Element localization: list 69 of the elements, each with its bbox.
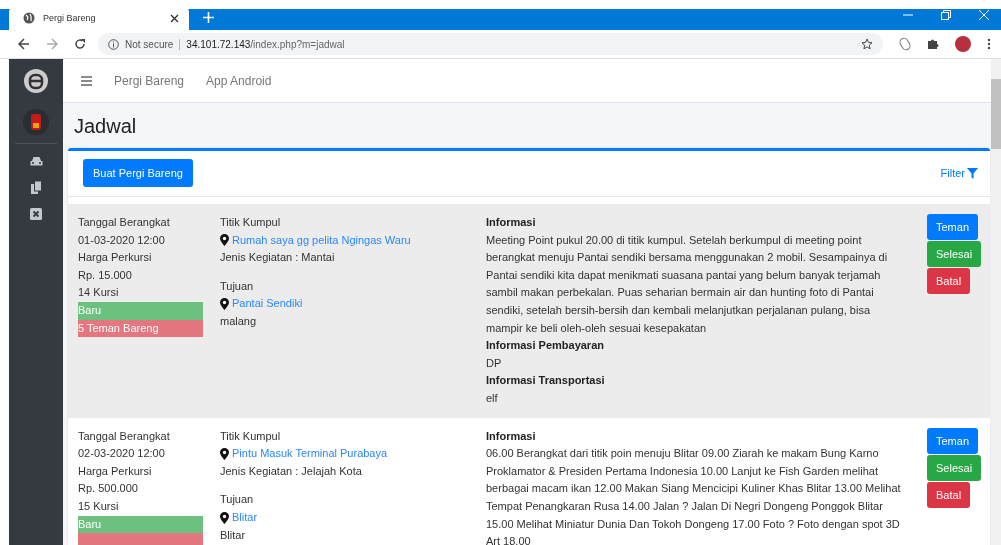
logo-icon[interactable] [24, 69, 48, 93]
security-label: Not secure [125, 38, 181, 50]
city-text: malang [220, 313, 257, 329]
field-label: Harga Perkursi [78, 463, 153, 479]
map-pin-icon [220, 234, 229, 247]
map-pin-icon [220, 298, 229, 311]
field-label: Titik Kumpul [220, 215, 281, 230]
copy-icon[interactable] [30, 181, 42, 194]
date-text: 02-03-2020 12:00 [78, 446, 166, 462]
puzzle-icon[interactable] [927, 38, 939, 50]
section-text: DP [486, 355, 503, 371]
reload-icon[interactable] [74, 38, 86, 50]
map-pin-icon [220, 447, 229, 460]
activity-text: Jenis Kegiatan : Mantai [220, 250, 335, 266]
status-badge: Baru [78, 515, 203, 534]
price-text: Rp. 500.000 [78, 481, 139, 497]
field-label: Titik Kumpul [220, 428, 281, 444]
create-button[interactable]: Buat Pergi Bareng [83, 159, 193, 187]
user-avatar-icon [23, 109, 49, 135]
location-link[interactable]: Rumah saya gg pelita Ngingas Waru [220, 231, 411, 250]
browser-tab[interactable]: Pergi Bareng [9, 6, 189, 30]
filter-link[interactable]: Filter [940, 167, 978, 179]
field-label: Tanggal Berangkat [78, 428, 171, 444]
action-button[interactable]: Selesai [927, 454, 982, 481]
field-label: Harga Perkursi [78, 250, 153, 266]
field-label: Tujuan [220, 278, 254, 294]
field-label: Tanggal Berangkat [78, 215, 171, 230]
section-heading: Informasi Transportasi [486, 373, 606, 389]
field-label: Tujuan [220, 492, 254, 508]
city-text: Blitar [220, 527, 246, 543]
avatar[interactable] [955, 36, 971, 52]
address-bar[interactable]: Not secure 34.101.72.143/index.php?m=jadwal [98, 33, 883, 55]
action-button[interactable]: Batal [927, 481, 971, 508]
restore-icon[interactable] [941, 10, 951, 20]
action-button[interactable]: Teman [927, 427, 979, 454]
back-arrow-icon[interactable] [18, 38, 30, 50]
section-text: Meeting Point pukul 20.00 di titik kumpul. Setelah berkumpul di meeting point berangkat menuju Pantai sendiki bersama menggunakan 2 mobil. Sesampainya di Pantai sendiki kita dapat menikmati suasana pantai yang belum banyak terjamah sambil makan perbekalan. Puas seharian bermain air dan hunting foto di Pantai sendiki, setelah bersih-bersih dan kembali melanjutkan perjalanan pulang, bisa mampir ke beli oleh-oleh sesuai kesepakatan [486, 232, 889, 336]
car-icon[interactable] [29, 156, 43, 167]
action-button[interactable]: Batal [927, 268, 971, 294]
star-icon[interactable] [861, 38, 873, 50]
section-heading: Informasi [486, 215, 537, 230]
seats-text: 15 Kursi [78, 498, 120, 514]
nav-link[interactable]: App Android [206, 73, 272, 88]
url-text: 34.101.72.143/index.php?m=jadwal [186, 38, 345, 50]
info-icon [108, 38, 119, 50]
plus-icon[interactable] [203, 12, 214, 23]
action-button[interactable]: Teman [927, 214, 979, 240]
section-text: elf [486, 390, 499, 406]
scrollbar[interactable] [991, 59, 1001, 545]
section-heading: Informasi Pembayaran [486, 338, 605, 354]
location-link[interactable]: Pintu Masuk Terminal Purabaya [220, 445, 388, 463]
page-title: Jadwal [74, 115, 138, 138]
status-badge: Baru [78, 301, 203, 320]
section-heading: Informasi [486, 428, 537, 444]
menu-icon[interactable] [987, 38, 991, 50]
activity-text: Jenis Kegiatan : Jelajah Kota [220, 463, 362, 479]
map-pin-icon [220, 511, 229, 524]
price-text: Rp. 15.000 [78, 267, 133, 283]
section-text: 06.00 Berangkat dari titik poin menuju Blitar 09.00 Ziarah ke makam Bung Karno Proklamator & Presiden Pertama Indonesia 10.00 Lanjut ke Fish Garden melihat berbagai macam ikan 12.00 Makan Siang Mencicipi Kuliner Khas Blitar 13.00 Melihat Tempat Penangkaran Rusa 14.00 Jalan ? Jalan Di Negri Dongeng Ponggok Blitar 15.00 Melihat Miniatur Dunia Dan Tokoh Dongeng 17.00 Foto ? Foto dengan spot 3D Art 18.00 [486, 446, 902, 545]
date-text: 01-03-2020 12:00 [78, 232, 166, 248]
tab-title: Pergi Bareng [43, 13, 97, 23]
close-square-icon[interactable] [30, 208, 42, 220]
filter-icon [967, 167, 978, 179]
location-link[interactable]: Blitar [220, 508, 258, 527]
seats-text: 14 Kursi [78, 285, 120, 301]
location-link[interactable]: Pantai Sendiki [220, 295, 303, 313]
action-button[interactable]: Selesai [927, 241, 982, 267]
nav-link[interactable]: Pergi Bareng [114, 73, 185, 88]
close-icon[interactable] [170, 13, 179, 23]
